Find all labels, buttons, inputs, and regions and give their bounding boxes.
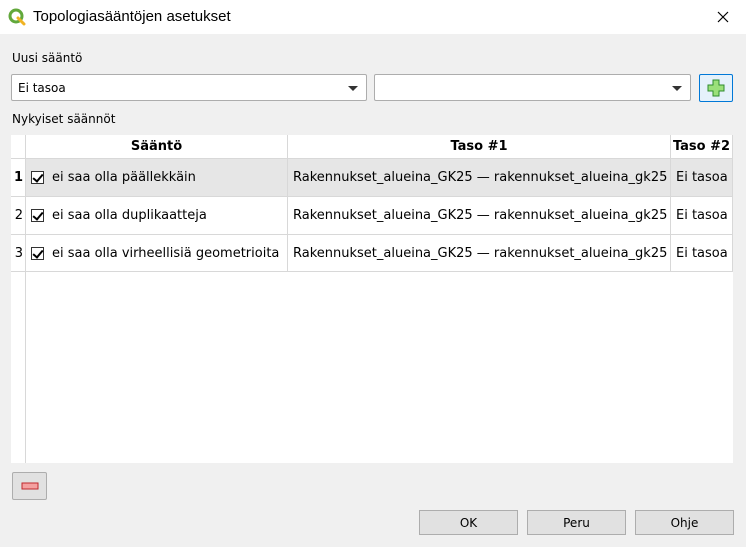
rule-name: ei saa olla duplikaatteja: [52, 208, 207, 223]
column-header-layer1[interactable]: Taso #1: [288, 135, 671, 159]
layer2-cell[interactable]: Ei tasoa: [671, 159, 733, 197]
layer1-cell[interactable]: Rakennukset_alueina_GK25 — rakennukset_a…: [288, 235, 671, 272]
ok-button[interactable]: OK: [419, 510, 518, 535]
row-header[interactable]: 2: [11, 197, 26, 235]
help-button[interactable]: Ohje: [635, 510, 734, 535]
rule-combobox[interactable]: [374, 74, 691, 101]
green-plus-icon: [707, 79, 725, 97]
add-rule-button[interactable]: [699, 74, 733, 102]
remove-rule-button[interactable]: [12, 472, 47, 500]
rules-table[interactable]: Sääntö Taso #1 Taso #2 1 ei saa olla pää…: [11, 135, 733, 463]
layer1-combobox-value: Ei tasoa: [18, 81, 66, 95]
column-header-layer2[interactable]: Taso #2: [671, 135, 733, 159]
title-bar: Topologiasääntöjen asetukset: [0, 0, 746, 34]
table-row[interactable]: ei saa olla duplikaatteja: [26, 197, 288, 235]
rule-checkbox[interactable]: [31, 209, 44, 222]
qgis-icon: [8, 8, 26, 26]
window-title: Topologiasääntöjen asetukset: [33, 8, 231, 25]
table-row[interactable]: ei saa olla virheellisiä geometrioita: [26, 235, 288, 272]
close-icon: [717, 11, 729, 23]
cancel-button[interactable]: Peru: [527, 510, 626, 535]
layer1-combobox[interactable]: Ei tasoa: [11, 74, 367, 101]
layer1-cell[interactable]: Rakennukset_alueina_GK25 — rakennukset_a…: [288, 197, 671, 235]
red-minus-icon: [21, 482, 38, 490]
new-rule-label: Uusi sääntö: [12, 51, 83, 65]
column-header-rule[interactable]: Sääntö: [26, 135, 288, 159]
layer2-cell[interactable]: Ei tasoa: [671, 197, 733, 235]
rule-name: ei saa olla virheellisiä geometrioita: [52, 246, 280, 261]
chevron-down-icon: [348, 86, 358, 91]
layer2-cell[interactable]: Ei tasoa: [671, 235, 733, 272]
table-row[interactable]: ei saa olla päällekkäin: [26, 159, 288, 197]
rule-checkbox[interactable]: [31, 247, 44, 260]
rule-checkbox[interactable]: [31, 171, 44, 184]
row-header[interactable]: 3: [11, 235, 26, 272]
table-corner: [11, 135, 26, 159]
chevron-down-icon: [672, 86, 682, 91]
row-header[interactable]: 1: [11, 159, 26, 197]
row-header-strip: [11, 272, 26, 463]
rule-name: ei saa olla päällekkäin: [52, 170, 196, 185]
current-rules-label: Nykyiset säännöt: [12, 112, 116, 126]
layer1-cell[interactable]: Rakennukset_alueina_GK25 — rakennukset_a…: [288, 159, 671, 197]
close-button[interactable]: [700, 0, 746, 34]
